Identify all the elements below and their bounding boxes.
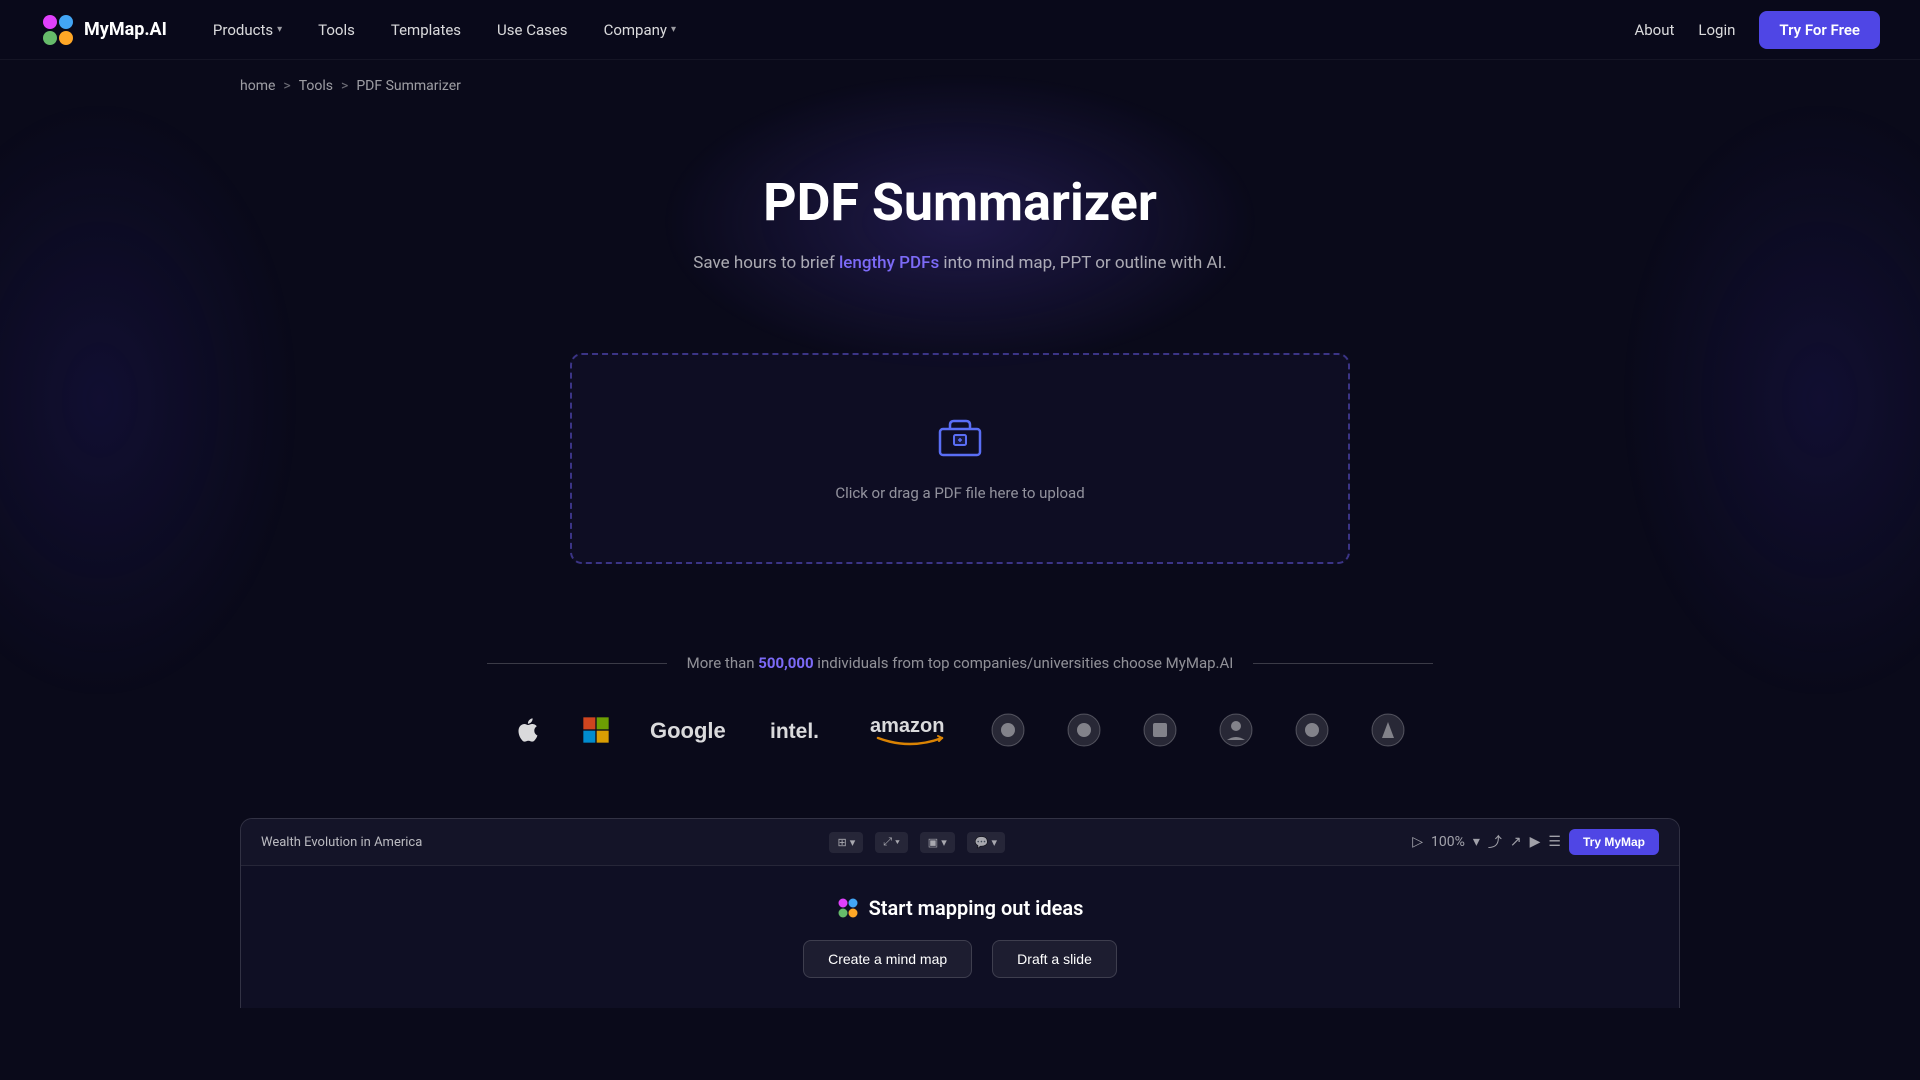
login-link[interactable]: Login (1698, 21, 1735, 39)
nav-items: Products ▾ Tools Templates Use Cases Com… (199, 13, 690, 47)
about-link[interactable]: About (1634, 21, 1674, 39)
svg-text:Google: Google (650, 718, 726, 743)
nav-item-company[interactable]: Company ▾ (590, 13, 690, 47)
upload-prompt: Click or drag a PDF file here to upload (835, 484, 1084, 502)
bottom-preview: Wealth Evolution in America ⊞ ▾ ⤢ ▾ ▣ ▾ … (240, 818, 1680, 1008)
connect-button[interactable]: ⤢ ▾ (875, 832, 907, 853)
nav-item-templates[interactable]: Templates (377, 13, 475, 47)
apple-logo (514, 716, 542, 744)
create-mindmap-button[interactable]: Create a mind map (803, 940, 972, 978)
nav-item-products[interactable]: Products ▾ (199, 13, 296, 47)
preview-content: Start mapping out ideas Create a mind ma… (241, 866, 1679, 1008)
control-group-4: 💬 ▾ (967, 832, 1005, 853)
svg-text:intel.: intel. (770, 720, 819, 743)
breadcrumb-home[interactable]: home (240, 78, 275, 94)
nav-item-use-cases[interactable]: Use Cases (483, 13, 582, 47)
preview-logo-icon (837, 897, 859, 919)
upload-container: Click or drag a PDF file here to upload (570, 353, 1350, 564)
count-after: individuals from top companies/universit… (814, 654, 1234, 672)
subtitle-highlight: lengthy PDFs (839, 253, 939, 273)
layout-button[interactable]: ⊞ ▾ (829, 832, 863, 853)
preview-start-text: Start mapping out ideas (869, 896, 1084, 920)
breadcrumb: home > Tools > PDF Summarizer (0, 60, 1920, 112)
zoom-level: 100% (1431, 834, 1465, 850)
breadcrumb-tools[interactable]: Tools (299, 78, 333, 94)
hero-subtitle: Save hours to brief lengthy PDFs into mi… (40, 253, 1880, 273)
svg-text:amazon: amazon (870, 715, 944, 737)
export-icon[interactable]: ↗ (1510, 834, 1522, 850)
preview-title: Wealth Evolution in America (261, 835, 422, 850)
preview-content-title: Start mapping out ideas (837, 896, 1084, 920)
chevron-down-icon: ▾ (671, 24, 676, 35)
count-before: More than (687, 654, 759, 672)
share-icon[interactable]: ⤴ (1488, 832, 1502, 852)
subtitle-after: into mind map, PPT or outline with AI. (939, 253, 1226, 273)
preview-controls: ⊞ ▾ ⤢ ▾ ▣ ▾ 💬 ▾ (829, 832, 1005, 853)
try-mymap-button[interactable]: Try MyMap (1569, 829, 1659, 855)
logos-row: Google intel. amazon (40, 712, 1880, 748)
intel-logo: intel. (770, 716, 830, 744)
logo-icon (40, 12, 76, 48)
subtitle-before: Save hours to brief (693, 253, 839, 273)
social-proof-text: More than 500,000 individuals from top c… (687, 654, 1234, 672)
comment-button[interactable]: 💬 ▾ (967, 832, 1005, 853)
preview-actions: ▷ 100% ▾ ⤴ ↗ ▶ ☰ Try MyMap (1412, 829, 1659, 855)
logo-10 (1294, 712, 1330, 748)
control-group-2: ⤢ ▾ (875, 832, 907, 853)
microsoft-logo (582, 716, 610, 744)
try-free-button[interactable]: Try For Free (1759, 11, 1880, 49)
social-proof-section: More than 500,000 individuals from top c… (0, 604, 1920, 778)
play-icon[interactable]: ▷ (1412, 834, 1423, 850)
logo-text: MyMap.AI (84, 19, 167, 40)
logo-8 (1142, 712, 1178, 748)
navbar: MyMap.AI Products ▾ Tools Templates Use … (0, 0, 1920, 60)
breadcrumb-sep2: > (341, 78, 348, 94)
hero-section: PDF Summarizer Save hours to brief lengt… (0, 112, 1920, 313)
logo[interactable]: MyMap.AI (40, 12, 167, 48)
logo-9 (1218, 712, 1254, 748)
amazon-logo: amazon (870, 712, 950, 748)
frame-button[interactable]: ▣ ▾ (920, 832, 955, 853)
logo-6 (990, 712, 1026, 748)
logo-11 (1370, 712, 1406, 748)
divider-left (487, 663, 667, 664)
draft-slide-button[interactable]: Draft a slide (992, 940, 1117, 978)
preview-toolbar: Wealth Evolution in America ⊞ ▾ ⤢ ▾ ▣ ▾ … (241, 819, 1679, 866)
upload-icon (936, 415, 984, 468)
present-icon[interactable]: ▶ (1530, 834, 1541, 850)
user-count: 500,000 (758, 654, 813, 672)
divider-right (1253, 663, 1433, 664)
upload-area[interactable]: Click or drag a PDF file here to upload (570, 353, 1350, 564)
page-title: PDF Summarizer (40, 172, 1880, 233)
chevron-down-icon[interactable]: ▾ (1473, 834, 1480, 850)
nav-item-tools[interactable]: Tools (304, 13, 369, 47)
control-group-1: ⊞ ▾ (829, 832, 863, 853)
logo-7 (1066, 712, 1102, 748)
google-logo: Google (650, 716, 730, 744)
nav-right: About Login Try For Free (1634, 11, 1880, 49)
preview-action-buttons: Create a mind map Draft a slide (803, 940, 1117, 978)
chevron-down-icon: ▾ (277, 24, 282, 35)
more-icon[interactable]: ☰ (1548, 834, 1561, 850)
breadcrumb-current: PDF Summarizer (356, 78, 461, 94)
control-group-3: ▣ ▾ (920, 832, 955, 853)
nav-left: MyMap.AI Products ▾ Tools Templates Use … (40, 12, 690, 48)
social-proof-line: More than 500,000 individuals from top c… (40, 654, 1880, 672)
breadcrumb-sep1: > (283, 78, 290, 94)
